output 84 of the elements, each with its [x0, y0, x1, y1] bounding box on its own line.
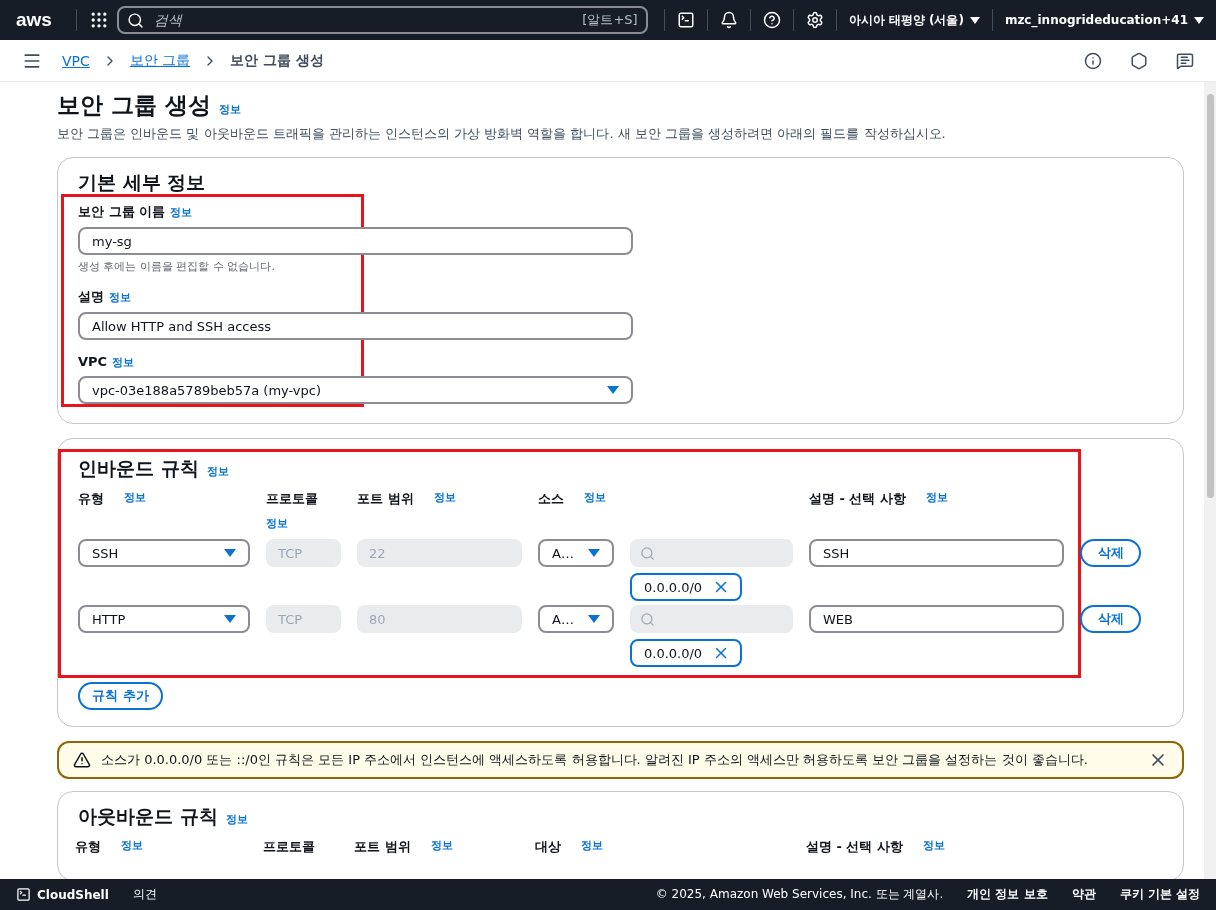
page-title: 보안 그룹 생성: [57, 91, 211, 120]
input-field[interactable]: my-sg: [78, 227, 633, 255]
field-hint: 생성 후에는 이름을 편집할 수 없습니다.: [78, 259, 276, 274]
info-link[interactable]: 정보: [206, 464, 229, 479]
breadcrumb-item[interactable]: 보안 그룹 생성: [230, 51, 324, 70]
info-link[interactable]: 정보: [433, 490, 456, 508]
delete-button[interactable]: 삭제: [1080, 605, 1141, 633]
column-header: 대상: [535, 838, 561, 856]
source-select[interactable]: A…: [538, 539, 614, 567]
column-header: 프로토콜: [263, 838, 315, 856]
hexagon-icon[interactable]: [1130, 51, 1148, 70]
cidr-search-field[interactable]: [630, 605, 793, 633]
info-link[interactable]: 정보: [266, 516, 288, 531]
column-header: 프로토콜: [266, 490, 318, 508]
cidr-token: 0.0.0.0/0: [630, 639, 743, 667]
column-header: 유형: [78, 490, 104, 508]
column-header: 설명 - 선택 사항: [806, 838, 903, 856]
description-field[interactable]: WEB: [809, 605, 1064, 633]
warning-icon: [73, 751, 91, 769]
column-header: 설명 - 선택 사항: [809, 490, 906, 508]
cloudshell-link[interactable]: CloudShell: [16, 887, 109, 902]
caret-icon: [224, 615, 236, 623]
bell-icon[interactable]: [719, 11, 738, 29]
account-menu[interactable]: mzc_innogrideducation+41: [1004, 13, 1204, 27]
column-header: 유형: [75, 838, 101, 856]
feedback-icon[interactable]: [1176, 51, 1194, 70]
info-link[interactable]: 정보: [926, 490, 948, 508]
help-icon[interactable]: [762, 11, 781, 29]
cidr-search-field[interactable]: [630, 539, 793, 567]
caret-icon: [607, 386, 619, 394]
info-link[interactable]: 정보: [225, 812, 248, 827]
info-link[interactable]: 정보: [124, 490, 146, 508]
region-menu[interactable]: 아시아 태평양 (서울): [848, 11, 980, 29]
settings-icon[interactable]: [805, 11, 824, 29]
caret-icon: [588, 549, 600, 557]
footer-link[interactable]: 약관: [1071, 886, 1096, 903]
feedback-link[interactable]: 의견: [132, 886, 157, 903]
type-select[interactable]: SSH: [78, 539, 250, 567]
page-description: 보안 그룹은 인바운드 및 아웃바운드 트래픽을 관리하는 인스턴스의 가상 방화벽 역할을 합니다. 새 보안 그룹을 생성하려면 아래의 필드를 작성하십시오.: [57, 125, 947, 143]
info-link[interactable]: 정보: [581, 838, 603, 856]
field-label: VPC: [78, 354, 108, 369]
info-link[interactable]: 정보: [219, 102, 241, 117]
section-title: 기본 세부 정보: [78, 170, 206, 195]
copyright-text: © 2025, Amazon Web Services, Inc. 또는 계열사.: [655, 886, 944, 903]
aws-logo[interactable]: aws: [16, 9, 52, 31]
column-header: 소스: [538, 490, 564, 508]
breadcrumb-item[interactable]: VPC: [62, 52, 90, 69]
input-field[interactable]: Allow HTTP and SSH access: [78, 312, 633, 340]
search-icon: [126, 11, 144, 29]
add-rule-button[interactable]: 규칙 추가: [78, 682, 163, 710]
caret-icon: [224, 549, 236, 557]
description-field[interactable]: SSH: [809, 539, 1064, 567]
field-label: 설명: [78, 288, 104, 306]
info-link[interactable]: 정보: [112, 355, 135, 370]
caret-icon: [588, 615, 600, 623]
delete-button[interactable]: 삭제: [1080, 539, 1141, 567]
terminal-icon[interactable]: [16, 887, 31, 902]
breadcrumb-item[interactable]: 보안 그룹: [129, 51, 191, 70]
info-icon[interactable]: [1084, 51, 1102, 70]
section-title: 인바운드 규칙: [78, 456, 199, 481]
search-icon: [640, 611, 655, 627]
search-icon: [640, 545, 655, 561]
info-link[interactable]: 정보: [109, 290, 131, 305]
section-title: 아웃바운드 규칙: [78, 804, 218, 829]
footer-link[interactable]: 개인 정보 보호: [967, 886, 1048, 903]
scrollbar-thumb[interactable]: [1206, 94, 1214, 498]
shortcut-hint: [알트+S]: [582, 11, 638, 29]
vpc-select[interactable]: vpc-03e188a5789beb57a (my-vpc): [78, 376, 633, 404]
field-label: 보안 그룹 이름: [78, 203, 166, 221]
search-input[interactable]: 검색: [151, 11, 575, 29]
footer-link[interactable]: 쿠키 기본 설정: [1119, 886, 1200, 903]
type-select[interactable]: HTTP: [78, 605, 250, 633]
search-field[interactable]: 검색 [알트+S]: [116, 6, 648, 34]
column-header: 포트 범위: [357, 490, 414, 508]
source-select[interactable]: A…: [538, 605, 614, 633]
warning-text: 소스가 0.0.0.0/0 또는 ::/0인 규칙은 모든 IP 주소에서 인스턴스에 액세스하도록 허용합니다. 알려진 IP 주소의 액세스만 허용하도록 보안 그룹을 설정하는 것이 좋습니다.: [101, 751, 1089, 769]
info-link[interactable]: 정보: [584, 490, 606, 508]
column-header: 포트 범위: [354, 838, 411, 856]
info-link[interactable]: 정보: [923, 838, 945, 856]
cidr-token: 0.0.0.0/0: [630, 573, 743, 601]
info-link[interactable]: 정보: [170, 205, 193, 220]
info-link[interactable]: 정보: [430, 838, 453, 856]
terminal-icon[interactable]: [676, 11, 695, 29]
info-link[interactable]: 정보: [121, 838, 143, 856]
